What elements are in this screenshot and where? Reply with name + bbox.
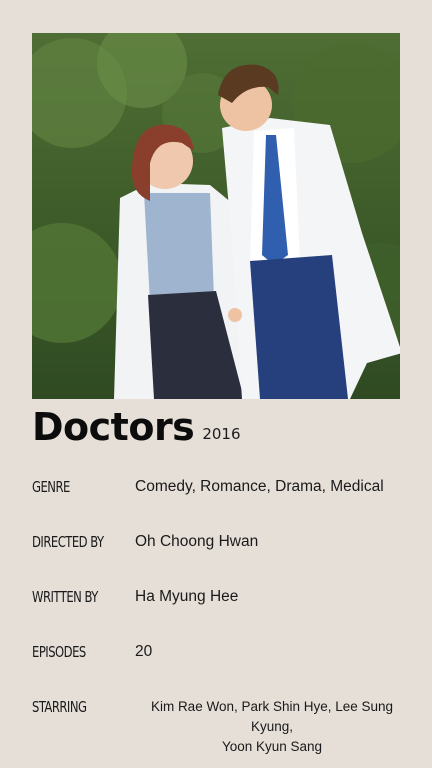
directed-label: DIRECTED BY [32,533,104,551]
written-value: Ha Myung Hee [135,588,239,605]
starring-value: Kim Rae Won, Park Shin Hye, Lee Sung Kyu… [132,697,412,757]
written-label: WRITTEN BY [32,588,98,606]
directed-value: Oh Choong Hwan [135,533,259,550]
genre-label: GENRE [32,478,70,496]
starring-line-1: Kim Rae Won, Park Shin Hye, Lee Sung Kyu… [150,699,394,734]
episodes-value: 20 [135,643,153,660]
title-row: Doctors 2016 [32,400,241,450]
release-year: 2016 [202,425,241,443]
starring-line-2: Yoon Kyun Sang [221,739,323,754]
poster-title: Doctors [32,405,195,449]
genre-value: Comedy, Romance, Drama, Medical [135,478,384,495]
episodes-label: EPISODES [32,643,86,661]
poster-photo [32,33,400,399]
starring-label: STARRING [32,698,87,716]
photo-illustration [32,33,400,399]
